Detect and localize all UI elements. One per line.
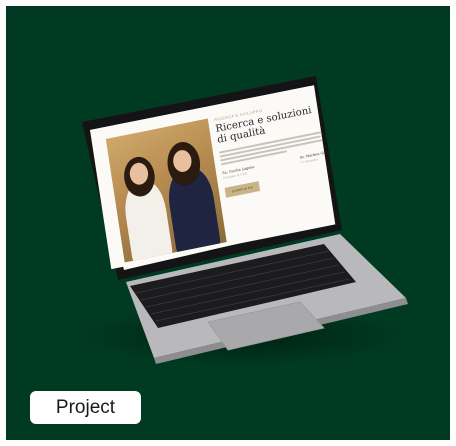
project-card[interactable]: RICERCA E SVILUPPO Ricerca e soluzioni d… bbox=[6, 6, 450, 440]
hero-cta-button: SCOPRI DI PIÙ bbox=[224, 181, 261, 198]
project-label[interactable]: Project bbox=[30, 391, 141, 424]
hero-photo bbox=[105, 118, 227, 263]
hero-content: RICERCA E SVILUPPO Ricerca e soluzioni d… bbox=[214, 95, 335, 198]
person-1: Sa. Cecilia Lagana Founder & CEO bbox=[222, 165, 255, 180]
